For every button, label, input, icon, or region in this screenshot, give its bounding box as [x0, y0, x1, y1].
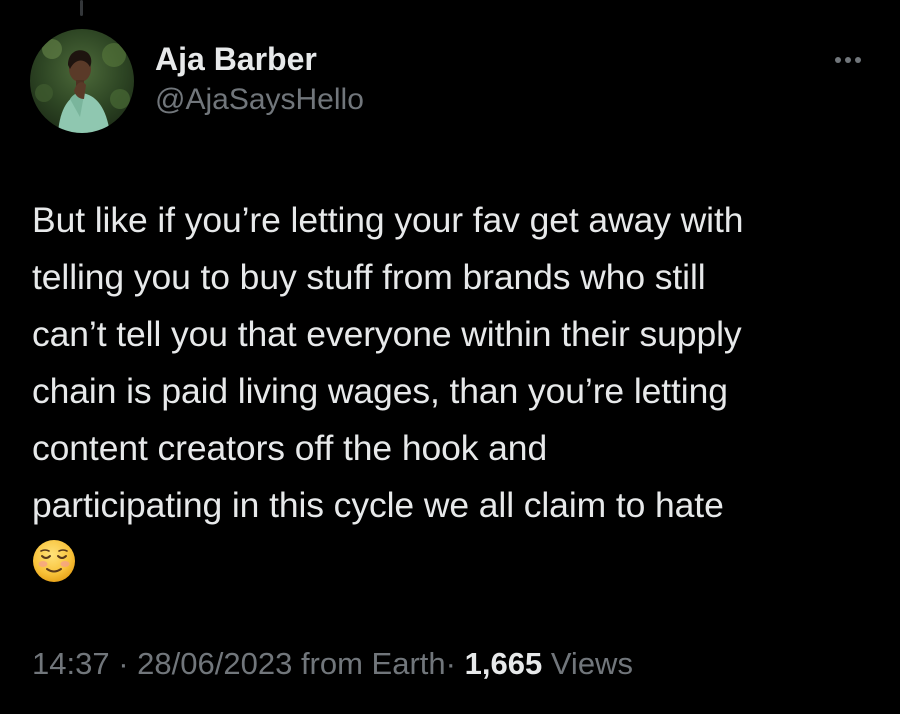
ellipsis-horizontal-icon [835, 57, 861, 63]
avatar[interactable] [30, 29, 134, 133]
author-display-name[interactable]: Aja Barber [155, 38, 364, 80]
more-options-button[interactable] [830, 48, 870, 72]
relieved-face-emoji [32, 539, 76, 583]
thread-connector-line [80, 0, 83, 16]
meta-separator: · [445, 646, 456, 681]
views-count[interactable]: 1,665 [465, 646, 543, 681]
author-handle[interactable]: @AjaSaysHello [155, 80, 364, 120]
tweet-source: from Earth [300, 646, 446, 681]
tweet-time[interactable]: 14:37 [32, 646, 110, 681]
meta-separator: · [118, 646, 129, 681]
tweet-meta: 14:37 · 28/06/2023 from Earth· 1,665 Vie… [32, 642, 633, 686]
views-label: Views [550, 646, 633, 681]
tweet-text: But like if you’re letting your fav get … [32, 200, 744, 525]
author-info: Aja Barber @AjaSaysHello [155, 38, 364, 120]
tweet-date[interactable]: 28/06/2023 [137, 646, 292, 681]
